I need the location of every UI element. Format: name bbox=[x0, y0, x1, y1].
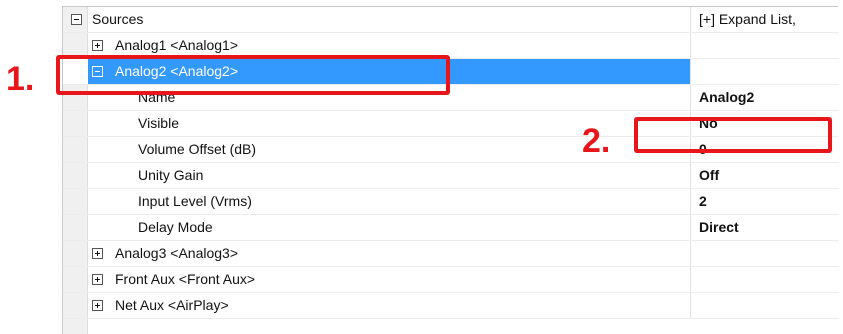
expand-icon[interactable] bbox=[92, 40, 103, 51]
property-row-input-level[interactable]: Input Level (Vrms) 2 bbox=[63, 189, 839, 215]
callout-box-2 bbox=[634, 117, 832, 153]
property-value[interactable]: Analog2 bbox=[699, 85, 754, 110]
property-row-delay-mode[interactable]: Delay Mode Direct bbox=[63, 215, 839, 241]
callout-label-1: 1. bbox=[6, 60, 35, 98]
column-divider bbox=[690, 7, 691, 32]
column-divider bbox=[690, 163, 691, 188]
expand-icon[interactable] bbox=[92, 248, 103, 259]
column-divider bbox=[690, 241, 691, 266]
property-label: Unity Gain bbox=[138, 167, 204, 183]
property-label: Visible bbox=[138, 115, 179, 131]
category-label-sources: Sources bbox=[92, 11, 144, 27]
property-value[interactable]: 2 bbox=[699, 189, 707, 214]
column-divider bbox=[690, 267, 691, 292]
category-row-sources[interactable]: Sources [+] Expand List, bbox=[63, 7, 839, 33]
property-value[interactable]: Off bbox=[699, 163, 719, 188]
column-divider bbox=[690, 59, 691, 84]
property-label: Volume Offset (dB) bbox=[138, 141, 257, 157]
column-divider bbox=[690, 85, 691, 110]
expand-icon[interactable] bbox=[92, 300, 103, 311]
column-divider bbox=[690, 215, 691, 240]
property-value[interactable]: Direct bbox=[699, 215, 739, 240]
callout-label-2: 2. bbox=[582, 122, 611, 160]
column-divider bbox=[690, 33, 691, 58]
expand-icon[interactable] bbox=[92, 274, 103, 285]
property-row-unity-gain[interactable]: Unity Gain Off bbox=[63, 163, 839, 189]
tree-node-label: Front Aux <Front Aux> bbox=[115, 271, 256, 287]
property-label: Delay Mode bbox=[138, 219, 213, 235]
property-label: Input Level (Vrms) bbox=[138, 193, 252, 209]
callout-box-1 bbox=[56, 55, 450, 95]
tree-node-label: Analog3 <Analog3> bbox=[115, 245, 238, 261]
expand-list-link[interactable]: [+] Expand List, bbox=[699, 7, 796, 32]
collapse-icon[interactable] bbox=[71, 14, 82, 25]
tree-node-analog3[interactable]: Analog3 <Analog3> bbox=[63, 241, 839, 267]
tree-node-net-aux[interactable]: Net Aux <AirPlay> bbox=[63, 293, 839, 319]
column-divider bbox=[690, 293, 691, 318]
tree-node-front-aux[interactable]: Front Aux <Front Aux> bbox=[63, 267, 839, 293]
tree-node-label: Net Aux <AirPlay> bbox=[115, 297, 229, 313]
column-divider bbox=[690, 189, 691, 214]
